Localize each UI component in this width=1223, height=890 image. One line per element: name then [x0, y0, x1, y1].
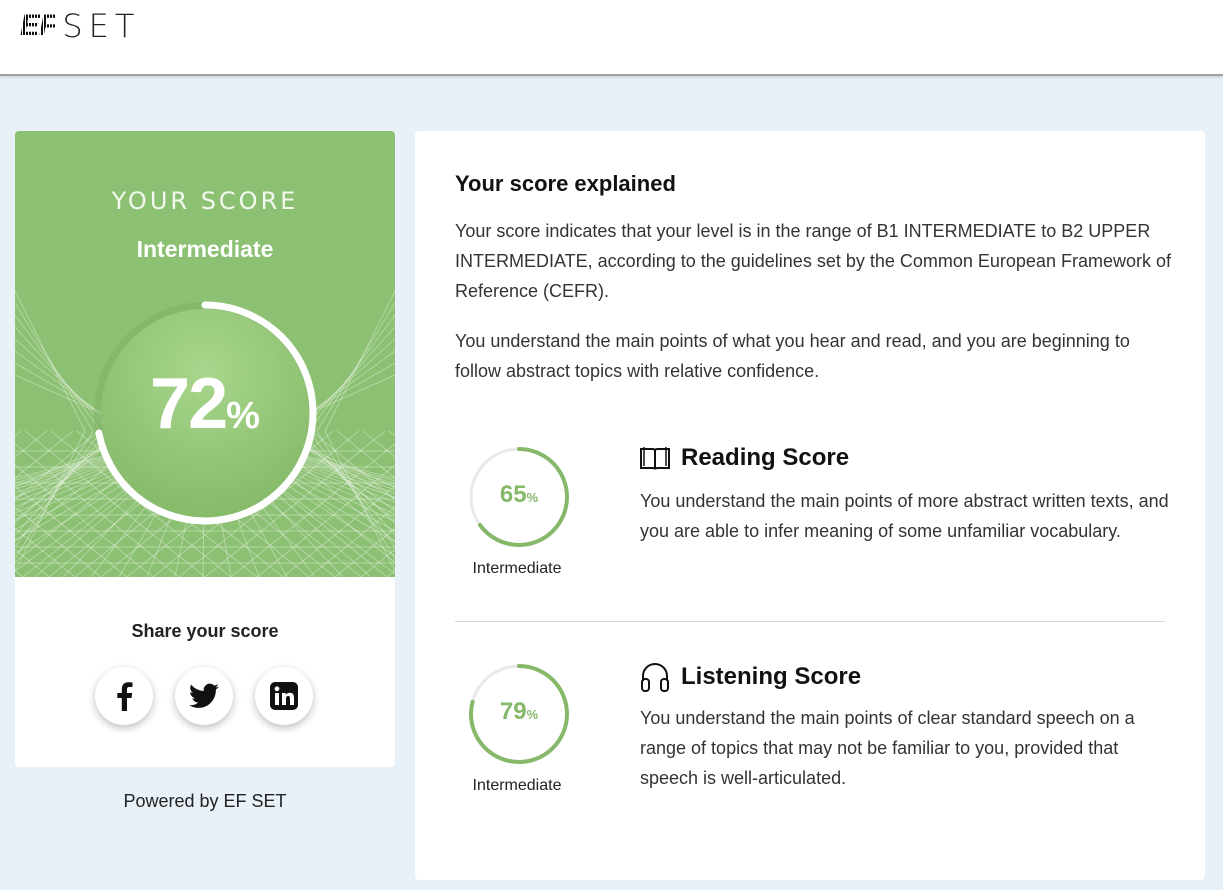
overall-score-unit: % [226, 395, 260, 437]
share-title: Share your score [131, 621, 279, 641]
logo-ef: EF [20, 9, 57, 42]
twitter-icon [189, 683, 219, 708]
explained-paragraph-2: You understand the main points of what y… [455, 331, 1130, 381]
listening-score-number: 79 [499, 698, 527, 725]
score-banner: YOUR SCORE Intermediate 72% [15, 131, 395, 577]
listening-score-value: 79% [469, 698, 569, 726]
score-explained-card: Your score explained Your score indicate… [415, 131, 1205, 880]
listening-title: Listening Score [681, 663, 862, 690]
reading-heading: Reading Score [639, 444, 849, 472]
score-level: Intermediate [136, 236, 274, 262]
book-icon [640, 447, 670, 470]
facebook-icon [117, 682, 133, 711]
divider [455, 621, 1165, 622]
share-twitter-button[interactable] [175, 667, 233, 725]
headphones-icon [641, 663, 669, 692]
explained-title: Your score explained [455, 171, 676, 196]
your-score-heading: YOUR SCORE [111, 187, 299, 215]
reading-score-number: 65 [499, 481, 527, 508]
top-bar: EF SET [0, 0, 1223, 76]
score-card: YOUR SCORE Intermediate 72% Share your s… [15, 131, 395, 767]
reading-score-unit: % [526, 490, 539, 505]
share-linkedin-button[interactable] [255, 667, 313, 725]
reading-score-value: 65% [469, 481, 569, 509]
listening-heading: Listening Score [639, 661, 861, 693]
reading-level: Intermediate [472, 560, 562, 577]
overall-score-value: 72% [90, 363, 320, 445]
reading-description: You understand the main points of more a… [640, 491, 1169, 541]
linkedin-icon [270, 682, 298, 710]
reading-title: Reading Score [681, 444, 850, 471]
listening-description: You understand the main points of clear … [640, 708, 1135, 788]
explained-paragraph-1: Your score indicates that your level is … [455, 221, 1171, 301]
powered-by: Powered by EF SET [123, 791, 287, 811]
ef-set-logo[interactable]: EF SET [20, 7, 141, 45]
share-facebook-button[interactable] [95, 667, 153, 725]
overall-score-number: 72 [150, 364, 228, 444]
listening-level: Intermediate [472, 777, 562, 794]
listening-score-unit: % [526, 707, 539, 722]
logo-set: SET [62, 7, 141, 45]
